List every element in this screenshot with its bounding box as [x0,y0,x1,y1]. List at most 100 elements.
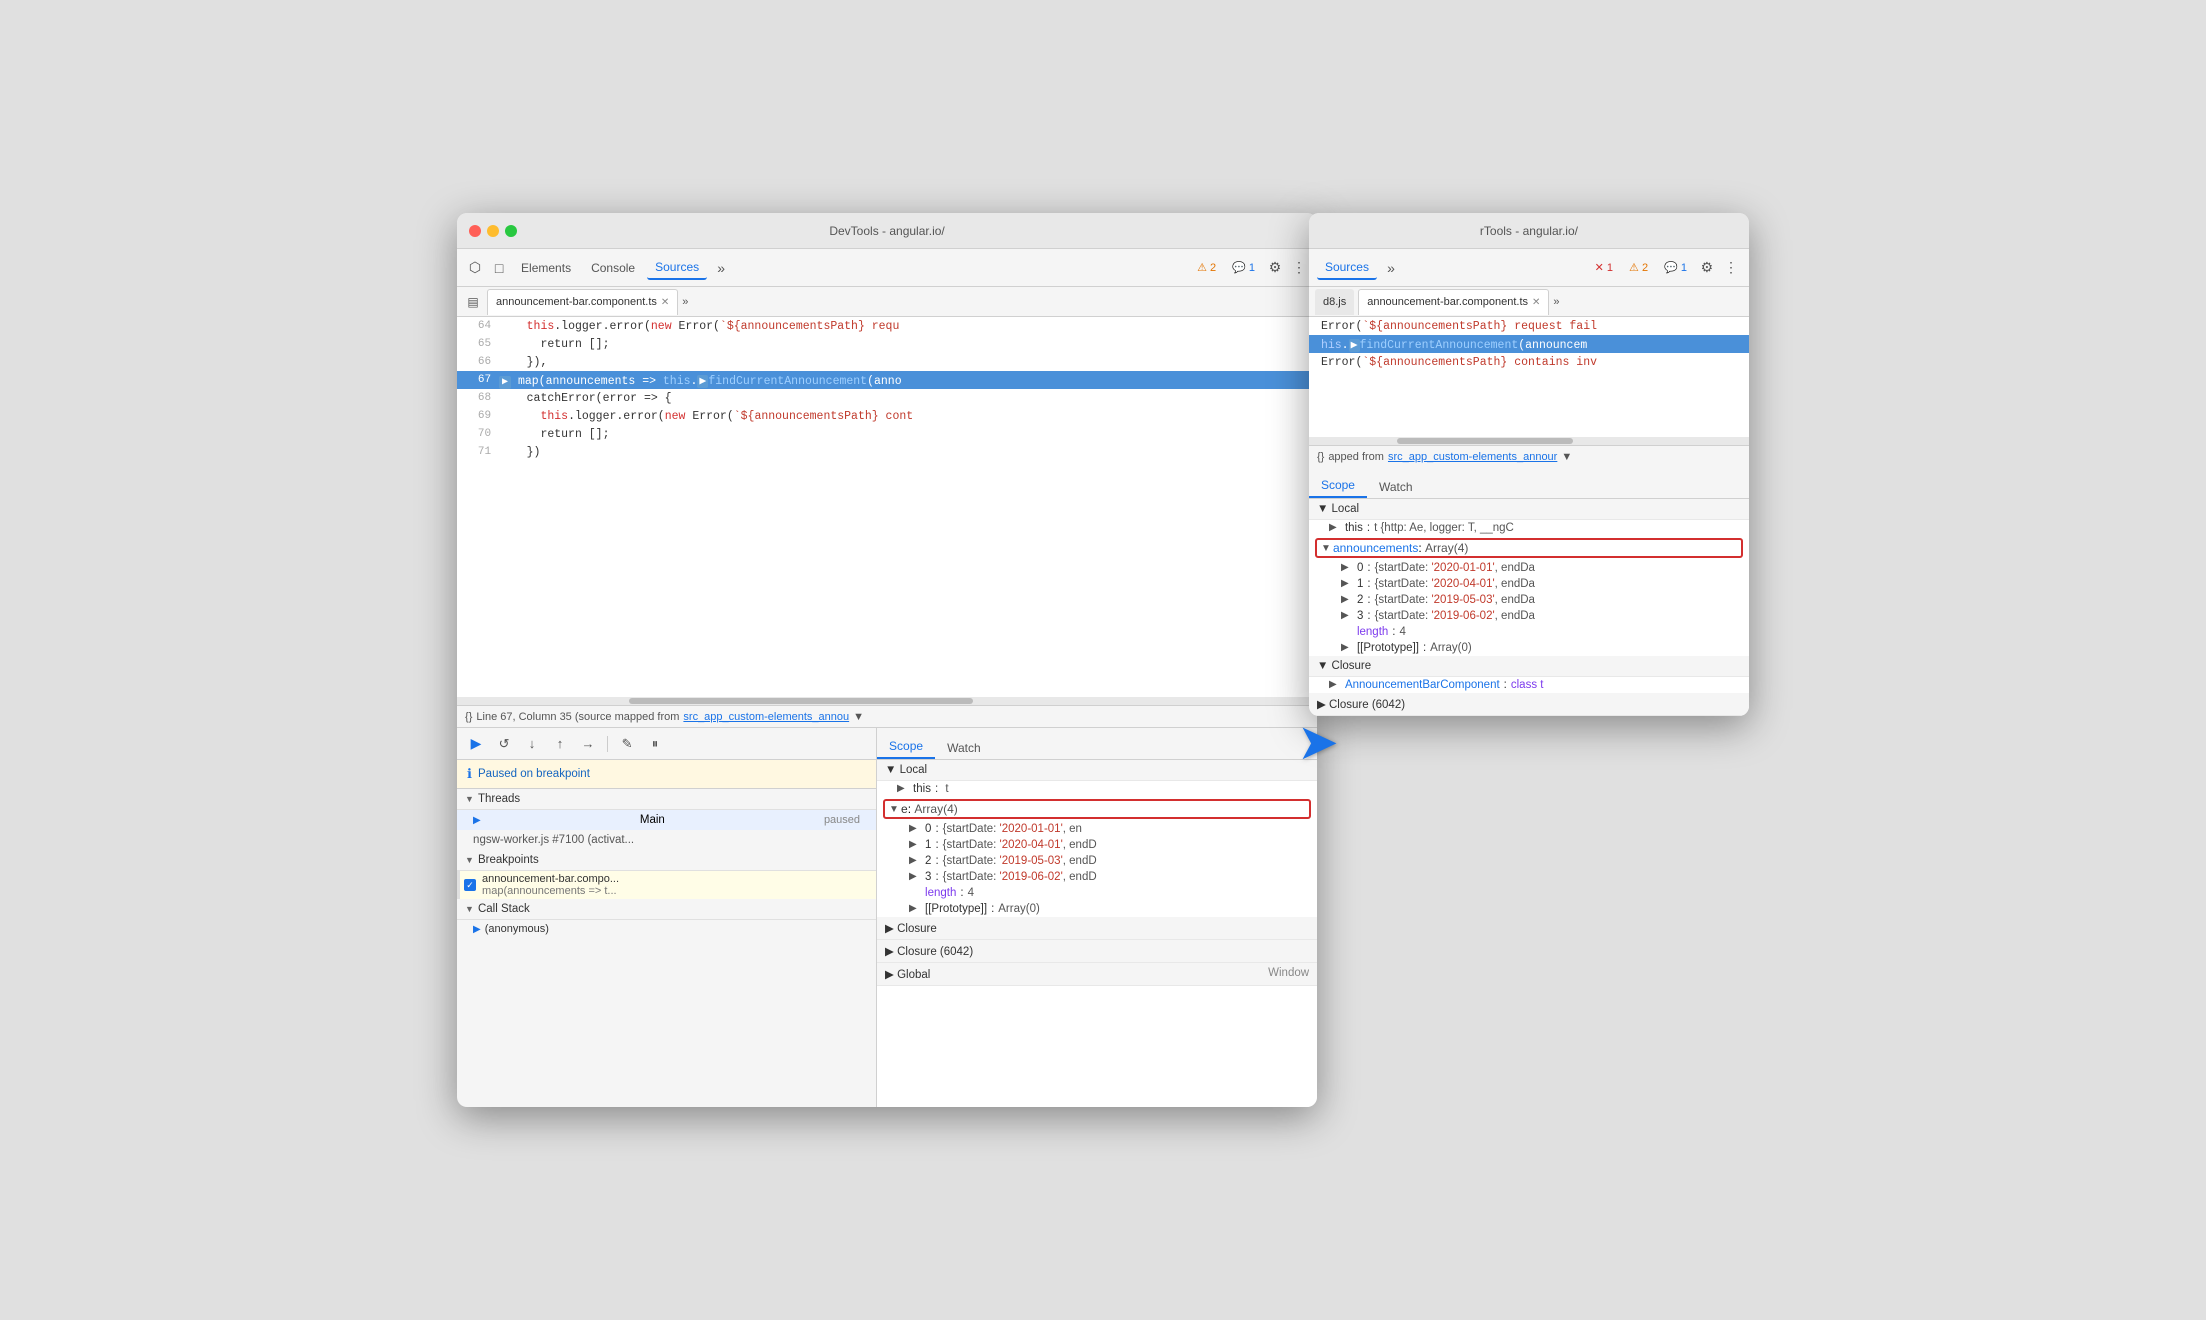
scope-closure-header-w2[interactable]: ▼ Closure [1309,656,1749,677]
thread-ngsw-name: ngsw-worker.js #7100 (activat... [473,834,634,846]
scope-ann-proto[interactable]: ▶ [[Prototype]]: Array(0) [1309,640,1749,656]
breakpoints-section-header[interactable]: ▼ Breakpoints [457,850,876,871]
code-line-69: 69 this.logger.error(new Error(`${announ… [457,407,1317,425]
scope-closure2-header[interactable]: ▶ Closure (6042) [877,940,1317,963]
status-bar-w2: {} apped from src_app_custom-elements_an… [1309,445,1749,467]
bp-checkbox-1[interactable]: ✓ [464,879,476,891]
scope-e-array-outlined[interactable]: ▼ e : Array(4) [883,799,1311,819]
w2-code-line-3: Error(`${announcementsPath} contains inv [1309,353,1749,371]
scope-local-header-w2[interactable]: ▼ Local [1309,499,1749,520]
scope-tab-watch-w2[interactable]: Watch [1367,476,1425,498]
scope-announcements-array-outlined[interactable]: ▼ announcements : Array(4) [1315,538,1743,558]
scope-e-1[interactable]: ▶ 1: {startDate: '2020-04-01', endD [877,837,1317,853]
scope-abc-component[interactable]: ▶ AnnouncementBarComponent: class t [1309,677,1749,693]
scope-tabs-w2: Scope Watch [1309,467,1749,499]
callstack-item-anonymous[interactable]: ▶ (anonymous) [457,920,876,938]
scrollbar-w2[interactable] [1309,437,1749,445]
pretty-print-icon-w2[interactable]: {} [1317,451,1324,463]
scope-this-w2[interactable]: ▶ this: t {http: Ae, logger: T, __ngC [1309,520,1749,536]
devtools-window-2: rTools - angular.io/ Sources » ✕ 1 ⚠ 2 💬… [1309,213,1749,716]
file-tab-active[interactable]: announcement-bar.component.ts ✕ [487,289,678,315]
scope-this[interactable]: ▶ this : t [877,781,1317,797]
file-tab-d8-name: d8.js [1323,296,1346,308]
file-tab-d8[interactable]: d8.js [1315,289,1354,315]
more-tabs-icon[interactable]: » [711,258,731,278]
w2-code-line-1: Error(`${announcementsPath} request fail [1309,317,1749,335]
more-tabs-icon-w2[interactable]: » [1381,258,1401,278]
step-into-btn[interactable]: ↑ [549,733,571,755]
status-dropdown-w2[interactable]: ▼ [1561,451,1572,463]
file-tab-more[interactable]: » [682,296,688,308]
callstack-section-header[interactable]: ▼ Call Stack [457,899,876,920]
maximize-button[interactable] [505,225,517,237]
thread-main[interactable]: ▶ Main paused [457,810,876,830]
more-options-icon[interactable]: ⋮ [1289,258,1309,278]
source-map-link-w2[interactable]: src_app_custom-elements_annour [1388,451,1557,463]
info-icon: ℹ [467,766,472,782]
callstack-fn-name: (anonymous) [485,923,549,935]
tab-elements[interactable]: Elements [513,257,579,279]
file-tab-announcement-w2[interactable]: announcement-bar.component.ts ✕ [1358,289,1549,315]
scope-ann-3[interactable]: ▶ 3: {startDate: '2019-06-02', endDa [1309,608,1749,624]
code-line-65: 65 return []; [457,335,1317,353]
scope-ann-1[interactable]: ▶ 1: {startDate: '2020-04-01', endDa [1309,576,1749,592]
tab-sources-w2[interactable]: Sources [1317,256,1377,280]
close-button[interactable] [469,225,481,237]
scope-tabs-1: Scope Watch [877,728,1317,760]
scrollbar-1[interactable] [457,697,1317,705]
cursor-icon[interactable]: ⬡ [465,258,485,278]
scrollbar-thumb-1[interactable] [629,698,973,704]
resume-btn[interactable]: ▶ [465,733,487,755]
scope-tab-scope-w2[interactable]: Scope [1309,474,1367,498]
scope-e-3[interactable]: ▶ 3: {startDate: '2019-06-02', endD [877,869,1317,885]
scope-e-0[interactable]: ▶ 0: {startDate: '2020-01-01', en [877,821,1317,837]
thread-ngsw[interactable]: ngsw-worker.js #7100 (activat... [457,830,876,850]
scope-closure-header[interactable]: ▶ Closure [877,917,1317,940]
blue-arrow-icon: ➤ [1297,713,1339,771]
settings-icon[interactable]: ⚙ [1265,258,1285,278]
devtools-toolbar-1: ⬡ □ Elements Console Sources » ⚠ 2 💬 1 ⚙… [457,249,1317,287]
file-tab-close-w2[interactable]: ✕ [1532,297,1540,308]
step-out-btn[interactable]: → [577,733,599,755]
settings-icon-w2[interactable]: ⚙ [1697,258,1717,278]
deactivate-breakpoints-btn[interactable]: ✎ [616,733,638,755]
scope-closure2-header-w2[interactable]: ▶ Closure (6042) [1309,693,1749,716]
device-icon[interactable]: □ [489,258,509,278]
file-tab-more-w2[interactable]: » [1553,296,1559,308]
scope-local-header[interactable]: ▼ Local [877,760,1317,781]
step-over-btn[interactable]: ↓ [521,733,543,755]
pause-on-exceptions-btn[interactable]: ⏸ [644,733,666,755]
scope-e-proto[interactable]: ▶ [[Prototype]]: Array(0) [877,901,1317,917]
scope-ann-0[interactable]: ▶ 0: {startDate: '2020-01-01', endDa [1309,560,1749,576]
minimize-button[interactable] [487,225,499,237]
breakpoint-item-1[interactable]: ✓ announcement-bar.compo... map(announce… [457,871,876,899]
scope-panel-1: Scope Watch ▼ Local ▶ this : t ▼ e : [877,728,1317,1107]
scrollbar-thumb-w2[interactable] [1397,438,1573,444]
file-tab-close[interactable]: ✕ [661,297,669,308]
code-line-64: 64 this.logger.error(new Error(`${announ… [457,317,1317,335]
code-editor-1: 64 this.logger.error(new Error(`${announ… [457,317,1317,697]
scope-tab-scope[interactable]: Scope [877,735,935,759]
status-dropdown[interactable]: ▼ [853,711,864,723]
scope-area-w2: Scope Watch ▼ Local ▶ this: t {http: Ae,… [1309,467,1749,716]
status-bar-1: {} Line 67, Column 35 (source mapped fro… [457,705,1317,727]
source-map-link[interactable]: src_app_custom-elements_annou [683,711,849,723]
callstack-arrow: ▶ [473,924,481,935]
scope-tab-watch[interactable]: Watch [935,737,993,759]
tab-console[interactable]: Console [583,257,643,279]
threads-section-header[interactable]: ▼ Threads [457,789,876,810]
traffic-lights [469,225,517,237]
sidebar-toggle[interactable]: ▤ [463,292,483,312]
threads-arrow-icon: ▼ [465,794,474,804]
more-options-icon-w2[interactable]: ⋮ [1721,258,1741,278]
bp-code: map(announcements => t... [482,885,619,897]
tab-sources[interactable]: Sources [647,256,707,280]
blue-arrow-container: ➤ [1297,713,1339,771]
step-back-btn[interactable]: ↺ [493,733,515,755]
code-area-w2: Error(`${announcementsPath} request fail… [1309,317,1749,437]
scope-ann-2[interactable]: ▶ 2: {startDate: '2019-05-03', endDa [1309,592,1749,608]
window-title-2: rTools - angular.io/ [1480,224,1578,238]
scope-e-2[interactable]: ▶ 2: {startDate: '2019-05-03', endD [877,853,1317,869]
scope-global-header[interactable]: ▶ GlobalWindow [877,963,1317,986]
pretty-print-icon[interactable]: {} [465,711,472,723]
